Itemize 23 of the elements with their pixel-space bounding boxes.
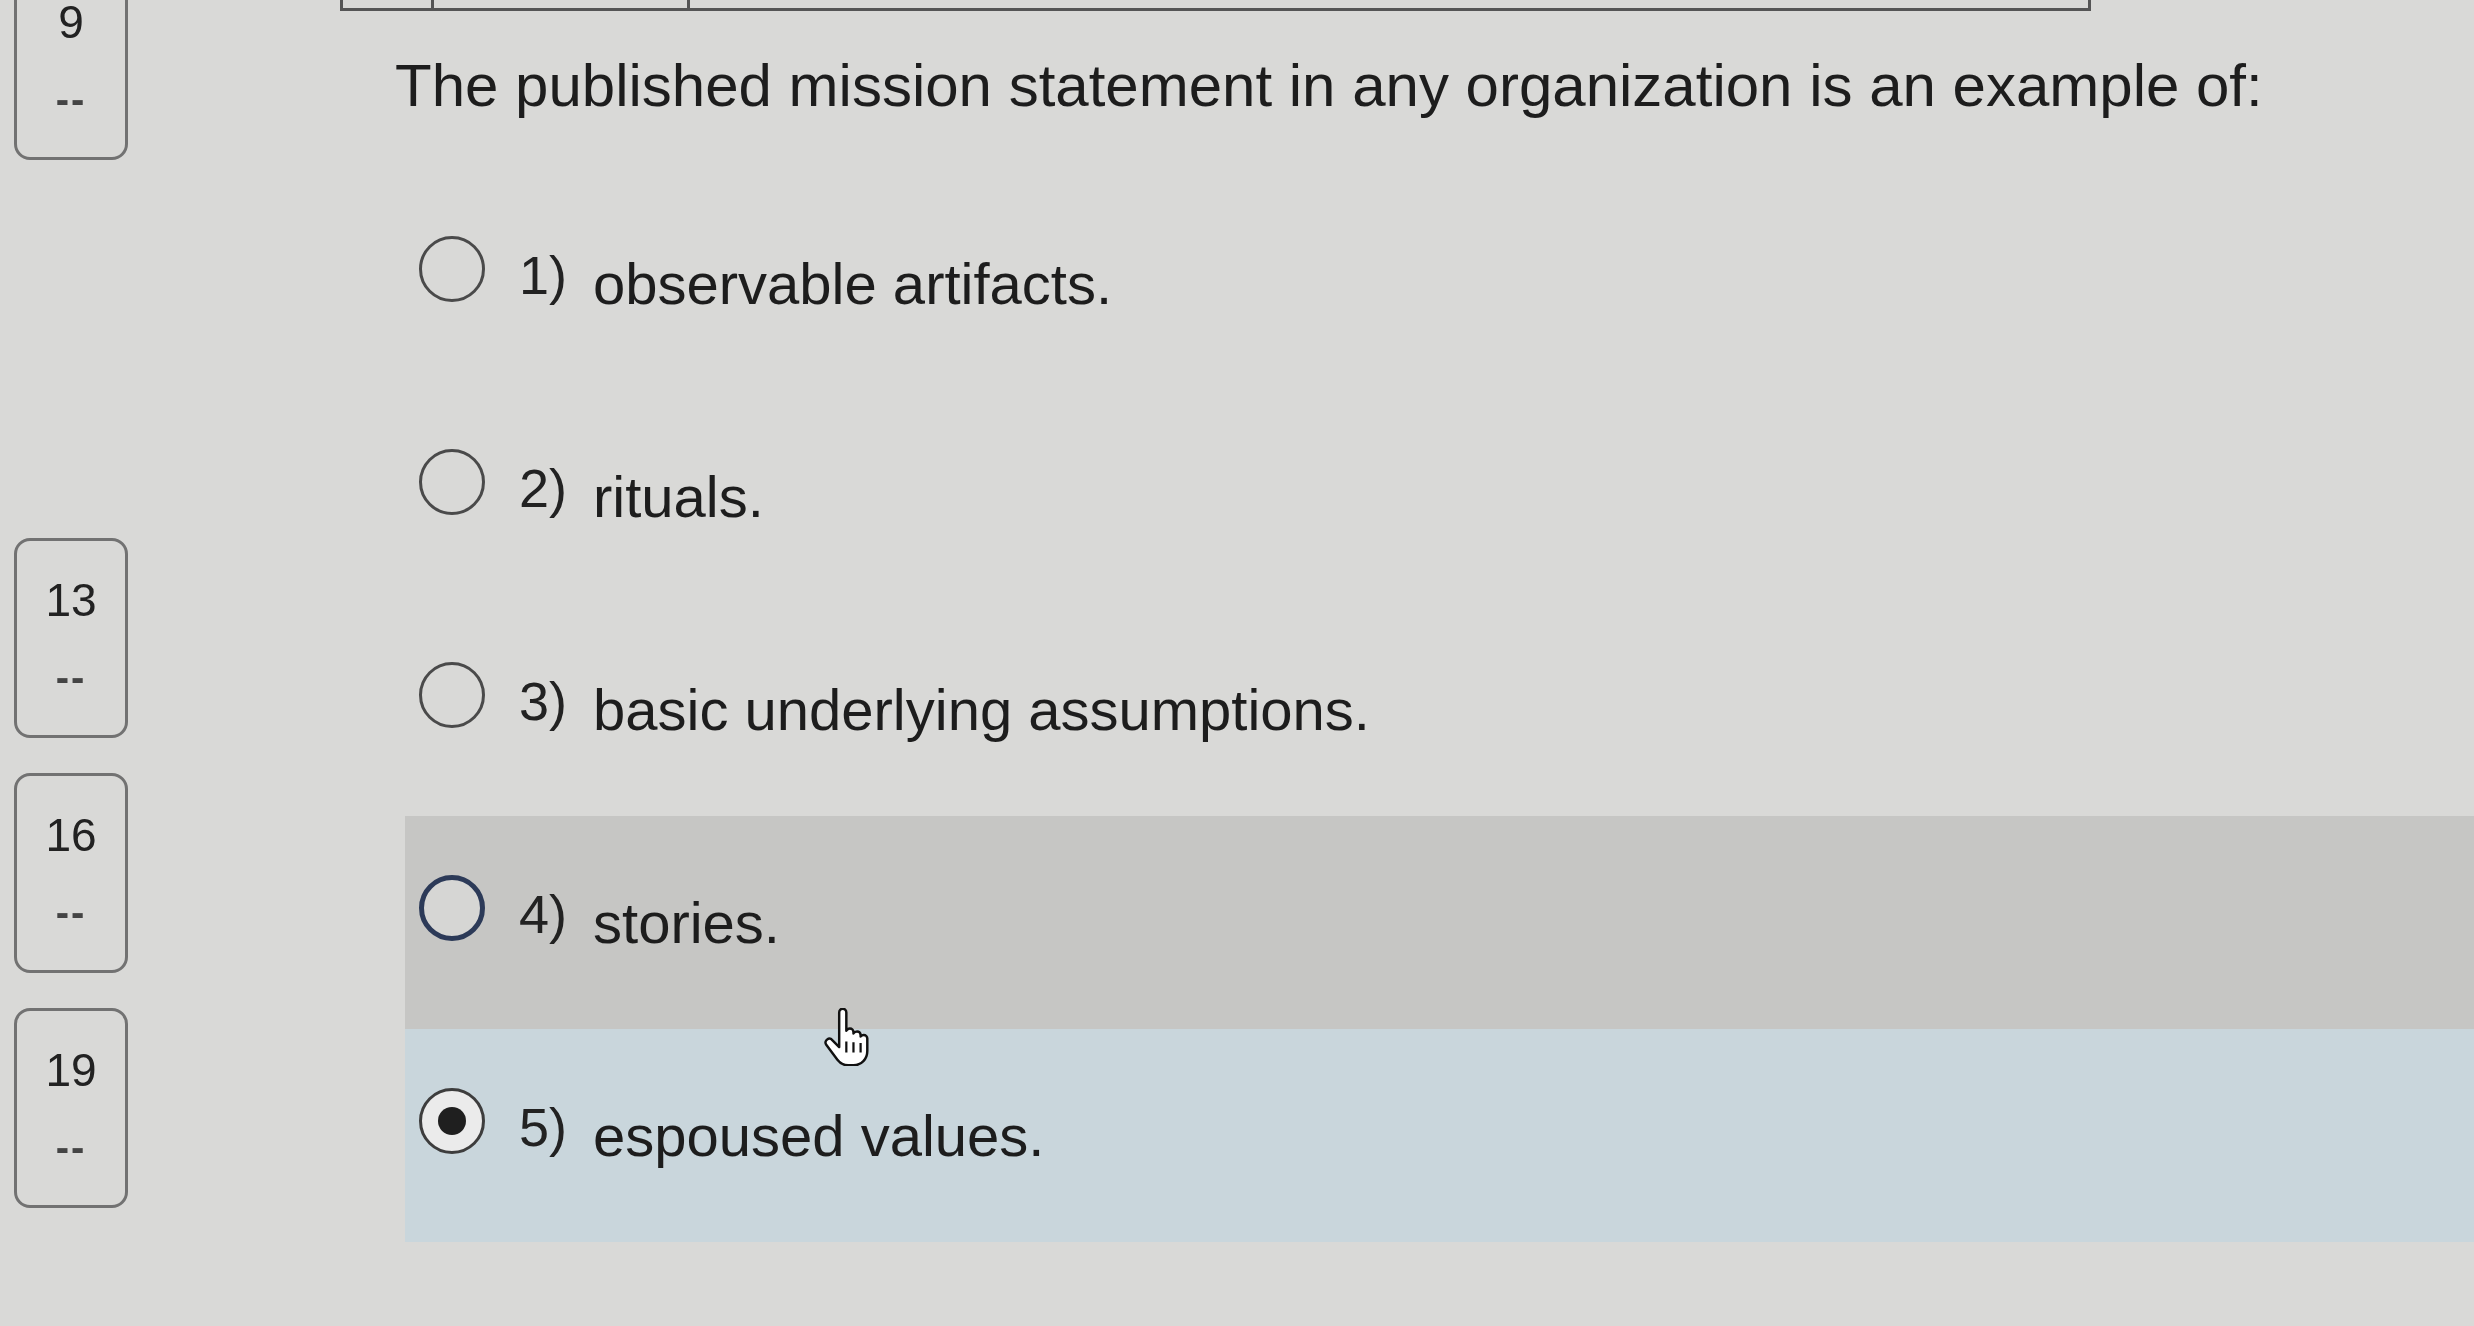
option-number: 4) — [519, 882, 567, 945]
option-text: stories. — [593, 889, 780, 956]
question-text: The published mission statement in any organization is an example of: — [395, 51, 2263, 121]
radio-button[interactable] — [419, 235, 485, 302]
question-nav-button[interactable]: 19 -- — [14, 1008, 128, 1208]
radio-button[interactable] — [419, 661, 485, 728]
option-number: 1) — [519, 243, 567, 306]
question-nav-button[interactable]: 9 -- — [14, 0, 128, 160]
answer-option[interactable]: 3) basic underlying assumptions. — [405, 603, 2474, 816]
option-text: basic underlying assumptions. — [593, 676, 1370, 743]
answer-option[interactable]: 2) rituals. — [405, 390, 2474, 603]
radio-button[interactable] — [419, 448, 485, 515]
option-text: espoused values. — [593, 1102, 1045, 1169]
option-text: observable artifacts. — [593, 250, 1113, 317]
option-number: 5) — [519, 1095, 567, 1158]
hand-cursor-icon — [824, 1008, 870, 1066]
question-nav-button[interactable]: 16 -- — [14, 773, 128, 973]
answer-option[interactable]: 1) observable artifacts. — [405, 177, 2474, 390]
option-number: 3) — [519, 669, 567, 732]
answer-option[interactable]: 5) espoused values. — [405, 1029, 2474, 1242]
option-text: rituals. — [593, 463, 764, 530]
option-number: 2) — [519, 456, 567, 519]
question-nav-button[interactable]: 13 -- — [14, 538, 128, 738]
